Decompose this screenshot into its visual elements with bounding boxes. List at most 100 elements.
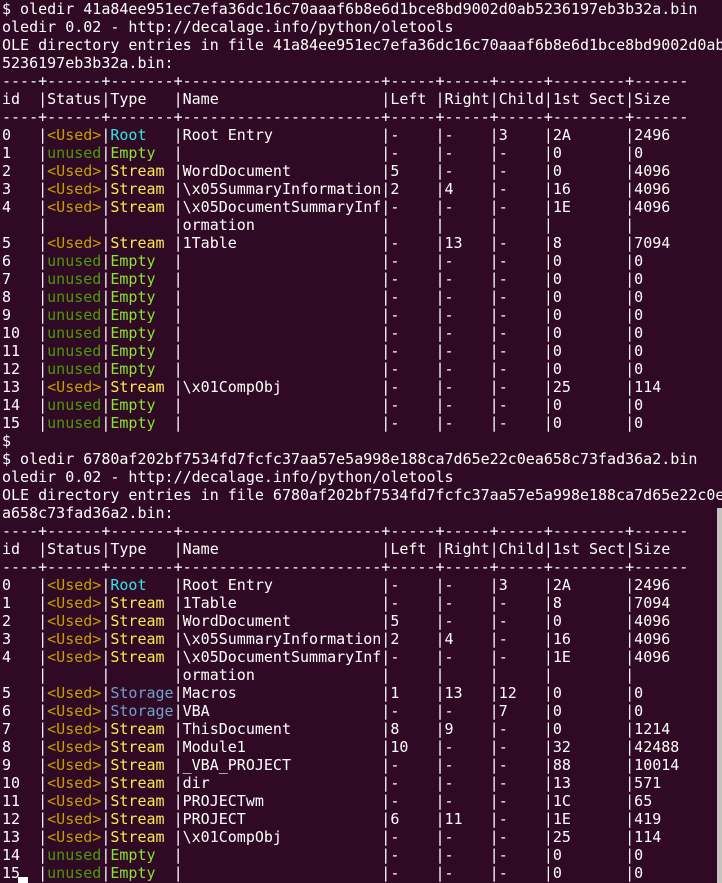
type-cell: Stream [110, 792, 173, 810]
text-segment: | [38, 864, 47, 882]
table-row: 10 |<Used>|Stream |dir |- |- |- |13 |571 [2, 774, 722, 792]
type-cell: Empty [110, 270, 173, 288]
type-cell: Empty [110, 324, 173, 342]
id-cell: 12 [2, 810, 38, 828]
text-segment: a658c73fad36a2.bin: [2, 504, 174, 522]
type-cell: Stream [110, 720, 173, 738]
table-row: 1 |unused|Empty | |- |- |- |0 |0 [2, 144, 722, 162]
row-values: |\x01CompObj |- |- |- |25 |114 [174, 828, 662, 846]
type-cell: Empty [110, 396, 173, 414]
row-values: | |- |- |- |0 |0 [174, 144, 644, 162]
status-cell: <Used> [47, 648, 101, 666]
row-values: | |- |- |- |0 |0 [174, 288, 644, 306]
table-row: 12 |<Used>|Stream |PROJECT |6 |11 |- |1E… [2, 810, 722, 828]
id-cell: 10 [2, 324, 38, 342]
table-separator: ----+------+-------+--------------------… [2, 558, 722, 576]
table-row: 0 |<Used>|Root |Root Entry |- |- |3 |2A … [2, 126, 722, 144]
text-segment: | [38, 180, 47, 198]
row-values: |PROJECT |6 |11 |- |1E |419 [174, 810, 662, 828]
table-row: 7 |unused|Empty | |- |- |- |0 |0 [2, 270, 722, 288]
text-segment: | [38, 306, 47, 324]
id-cell: 14 [2, 396, 38, 414]
text-segment: ----+------+-------+--------------------… [2, 558, 688, 576]
type-cell: Stream [110, 162, 173, 180]
table-row: 14 |unused|Empty | |- |- |- |0 |0 [2, 396, 722, 414]
id-cell: 1 [2, 594, 38, 612]
table-separator: ----+------+-------+--------------------… [2, 522, 722, 540]
table-row: 8 |<Used>|Stream |Module1 |10 |- |- |32 … [2, 738, 722, 756]
row-values: | | |ormation | | | | | [2, 216, 634, 234]
row-values: |Root Entry |- |- |3 |2A |2496 [174, 126, 671, 144]
text-segment: | [38, 378, 47, 396]
text-segment: | [38, 198, 47, 216]
type-cell: Stream [110, 378, 173, 396]
type-cell: Stream [110, 648, 173, 666]
table-row: 14 |unused|Empty | |- |- |- |0 |0 [2, 846, 722, 864]
tool-version-line: oledir 0.02 - http://decalage.info/pytho… [2, 468, 722, 486]
id-cell: 7 [2, 270, 38, 288]
id-cell: 8 [2, 288, 38, 306]
status-cell: unused [47, 414, 101, 432]
table-header: id |Status|Type |Name |Left |Right|Child… [2, 540, 722, 558]
row-values: | |- |- |- |0 |0 [174, 360, 644, 378]
id-cell: 13 [2, 378, 38, 396]
row-values: |VBA |- |- |7 |0 |0 [174, 702, 644, 720]
status-cell: <Used> [47, 162, 101, 180]
row-values: | |- |- |- |0 |0 [174, 846, 644, 864]
status-cell: unused [47, 324, 101, 342]
id-cell: 14 [2, 846, 38, 864]
status-cell: unused [47, 864, 101, 882]
status-cell: unused [47, 342, 101, 360]
terminal-cursor [18, 877, 28, 883]
row-values: |Module1 |10 |- |- |32 |42488 [174, 738, 680, 756]
row-values: | |- |- |- |0 |0 [174, 324, 644, 342]
row-values: | |- |- |- |0 |0 [174, 306, 644, 324]
row-values: | | |ormation | | | | | [2, 666, 634, 684]
text-segment: | [38, 324, 47, 342]
status-cell: <Used> [47, 234, 101, 252]
status-cell: unused [47, 846, 101, 864]
type-cell: Stream [110, 594, 173, 612]
text-segment: $ oledir 41a84ee951ec7efa36dc16c70aaaf6b… [2, 0, 697, 18]
table-row: 13 |<Used>|Stream |\x01CompObj |- |- |- … [2, 828, 722, 846]
row-values: |\x05SummaryInformation|2 |4 |- |16 |409… [174, 180, 671, 198]
id-cell: 0 [2, 576, 38, 594]
text-segment: | [38, 126, 47, 144]
text-segment: ----+------+-------+--------------------… [2, 108, 688, 126]
scrollbar-thumb[interactable] [717, 508, 722, 883]
type-cell: Stream [110, 234, 173, 252]
text-segment: | [38, 360, 47, 378]
table-row: 11 |unused|Empty | |- |- |- |0 |0 [2, 342, 722, 360]
row-values: | |- |- |- |0 |0 [174, 252, 644, 270]
id-cell: 15 [2, 414, 38, 432]
status-cell: <Used> [47, 198, 101, 216]
id-cell: 5 [2, 234, 38, 252]
info-line: OLE directory entries in file 6780af202b… [2, 486, 722, 504]
status-cell: <Used> [47, 378, 101, 396]
id-cell: 9 [2, 306, 38, 324]
status-cell: <Used> [47, 630, 101, 648]
text-segment: | [38, 234, 47, 252]
type-cell: Storage [110, 684, 173, 702]
id-cell: 10 [2, 774, 38, 792]
type-cell: Stream [110, 180, 173, 198]
id-cell: 9 [2, 756, 38, 774]
status-cell: <Used> [47, 126, 101, 144]
type-cell: Stream [110, 612, 173, 630]
table-row: 6 |<Used>|Storage|VBA |- |- |7 |0 |0 [2, 702, 722, 720]
status-cell: unused [47, 270, 101, 288]
id-cell: 4 [2, 198, 38, 216]
id-cell: 2 [2, 612, 38, 630]
text-segment: | [38, 288, 47, 306]
text-segment: | [38, 612, 47, 630]
text-segment: | [38, 144, 47, 162]
text-segment: id |Status|Type |Name |Left |Right|Child… [2, 90, 670, 108]
row-values: |ThisDocument |8 |9 |- |0 |1214 [174, 720, 671, 738]
text-segment: oledir 0.02 - http://decalage.info/pytho… [2, 18, 454, 36]
table-row: 12 |unused|Empty | |- |- |- |0 |0 [2, 360, 722, 378]
id-cell: 11 [2, 342, 38, 360]
table-row: 15 |unused|Empty | |- |- |- |0 |0 [2, 414, 722, 432]
table-row: 3 |<Used>|Stream |\x05SummaryInformation… [2, 180, 722, 198]
type-cell: Empty [110, 864, 173, 882]
text-segment: OLE directory entries in file 6780af202b… [2, 486, 722, 504]
